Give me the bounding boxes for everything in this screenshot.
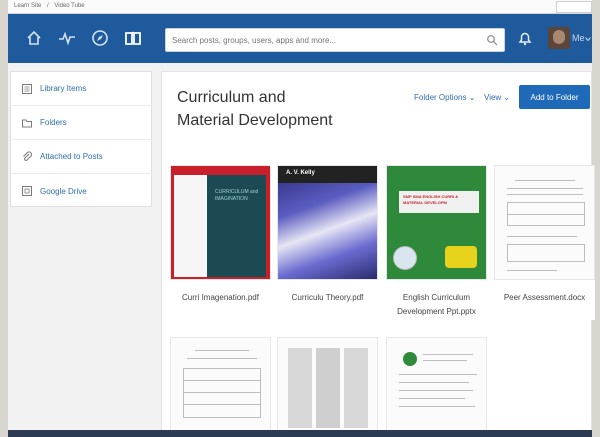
taskbar (8, 430, 592, 437)
file-name[interactable]: Curriculu Theory.pdf (277, 291, 378, 305)
frame-left (0, 0, 8, 437)
library-book-icon[interactable] (121, 26, 145, 50)
breadcrumb-separator: / (47, 3, 49, 9)
thumbnail-cover-text: CURRICULUM and IMAGINATION (215, 189, 259, 202)
thumbnail-cover-text: SMP SMA ENGLISH CURRI & MATERIAL DEVELOP… (403, 194, 459, 205)
file-thumbnail[interactable]: CURRICULUM and IMAGINATION (170, 165, 271, 280)
sidebar-item-label: Attached to Posts (40, 152, 103, 161)
top-navigation: Me (8, 14, 592, 63)
file-thumbnail[interactable]: SMP SMA ENGLISH CURRI & MATERIAL DEVELOP… (386, 165, 487, 280)
file-name[interactable]: Curri Imagenation.pdf (170, 291, 271, 305)
file-tile[interactable] (277, 337, 378, 437)
home-icon[interactable] (22, 26, 46, 50)
me-menu-label[interactable]: Me (572, 33, 585, 43)
sidebar-item-label: Folders (40, 118, 67, 127)
thumbnail-cover-text: A. V. Kelly (286, 170, 315, 176)
search-icon[interactable] (486, 34, 498, 46)
file-thumbnail[interactable] (386, 337, 487, 437)
breadcrumb-site[interactable]: Learn Site (14, 3, 41, 9)
page-title-line-1: Curriculum and (177, 89, 286, 106)
file-tile[interactable]: A. V. Kelly Curriculu Theory.pdf (277, 165, 378, 320)
search-input[interactable] (172, 32, 472, 48)
browser-strip: Learn Site / Video Tube (8, 0, 592, 14)
browser-breadcrumb: Learn Site / Video Tube (14, 3, 89, 9)
file-thumbnail[interactable]: A. V. Kelly (277, 165, 378, 280)
folder-content-panel: Curriculum and Material Development Fold… (161, 71, 595, 437)
sidebar-item-library-items[interactable]: Library Items (11, 72, 153, 106)
file-thumbnail[interactable] (170, 337, 271, 437)
sidebar-item-attached-to-posts[interactable]: Attached to Posts (11, 140, 153, 174)
avatar[interactable] (548, 27, 570, 49)
page-title-line-2: Material Development (177, 112, 333, 129)
folder-icon (22, 119, 32, 127)
browser-search-box[interactable] (556, 1, 592, 13)
compass-icon[interactable] (88, 26, 112, 50)
file-thumbnail[interactable] (277, 337, 378, 437)
logo-seal (403, 352, 417, 366)
file-name[interactable]: English Curriculum Development Ppt.pptx (386, 291, 487, 319)
paperclip-icon (23, 151, 32, 161)
file-tile[interactable] (170, 337, 271, 437)
sidebar-item-label: Library Items (40, 84, 87, 93)
file-tile[interactable]: Peer Assessment.docx (494, 165, 595, 320)
notifications-bell-icon[interactable] (516, 29, 534, 47)
file-tile[interactable]: CURRICULUM and IMAGINATION Curri Imagena… (170, 165, 271, 320)
sidebar-item-google-drive[interactable]: Google Drive (11, 174, 153, 208)
library-icon (22, 83, 32, 94)
add-to-folder-button[interactable]: Add to Folder (519, 85, 590, 109)
drive-icon (22, 186, 32, 196)
sidebar-item-label: Google Drive (40, 186, 87, 196)
global-search[interactable] (165, 28, 505, 52)
page-title: Curriculum and Material Development (177, 86, 377, 132)
file-tile[interactable] (386, 337, 487, 437)
sidebar-item-folders[interactable]: Folders (11, 106, 153, 140)
library-sidebar: Library Items Folders Attached to Posts … (10, 71, 153, 208)
folder-options-dropdown[interactable]: Folder Options ⌄ (414, 93, 475, 102)
breadcrumb-page[interactable]: Video Tube (54, 3, 84, 9)
globe-icon (393, 246, 417, 270)
file-tile[interactable]: SMP SMA ENGLISH CURRI & MATERIAL DEVELOP… (386, 165, 487, 320)
view-dropdown[interactable]: View ⌄ (484, 93, 510, 102)
file-name[interactable]: Peer Assessment.docx (494, 291, 595, 305)
file-thumbnail[interactable] (494, 165, 595, 280)
activity-icon[interactable] (55, 26, 79, 50)
chevron-down-icon[interactable] (585, 36, 591, 42)
